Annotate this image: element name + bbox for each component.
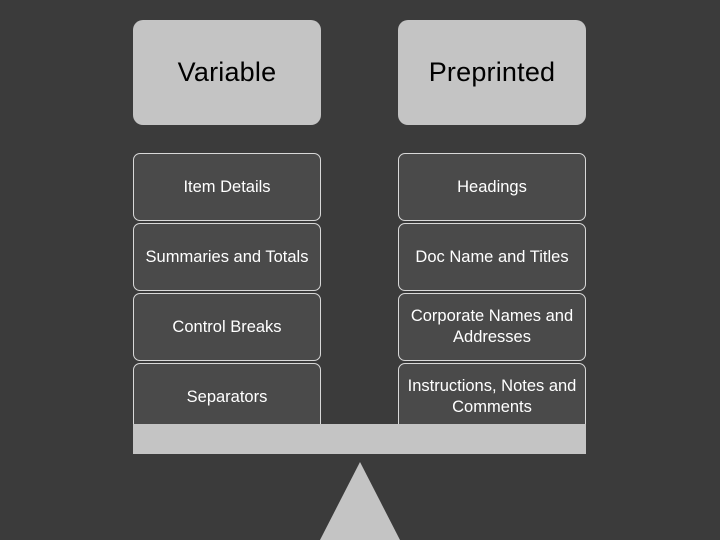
column-header-preprinted: Preprinted bbox=[398, 20, 586, 125]
item-box: Item Details bbox=[133, 153, 321, 221]
item-box: Corporate Names and Addresses bbox=[398, 293, 586, 361]
column-header-variable: Variable bbox=[133, 20, 321, 125]
item-box: Control Breaks bbox=[133, 293, 321, 361]
item-box: Instructions, Notes and Comments bbox=[398, 363, 586, 431]
fulcrum-triangle-icon bbox=[320, 462, 400, 540]
column-preprinted: Preprinted Headings Doc Name and Titles … bbox=[398, 20, 586, 431]
item-box: Headings bbox=[398, 153, 586, 221]
item-box: Separators bbox=[133, 363, 321, 431]
slide-canvas: Variable Item Details Summaries and Tota… bbox=[0, 0, 720, 540]
balance-beam bbox=[133, 424, 586, 454]
column-variable: Variable Item Details Summaries and Tota… bbox=[133, 20, 321, 431]
item-box: Doc Name and Titles bbox=[398, 223, 586, 291]
item-box: Summaries and Totals bbox=[133, 223, 321, 291]
